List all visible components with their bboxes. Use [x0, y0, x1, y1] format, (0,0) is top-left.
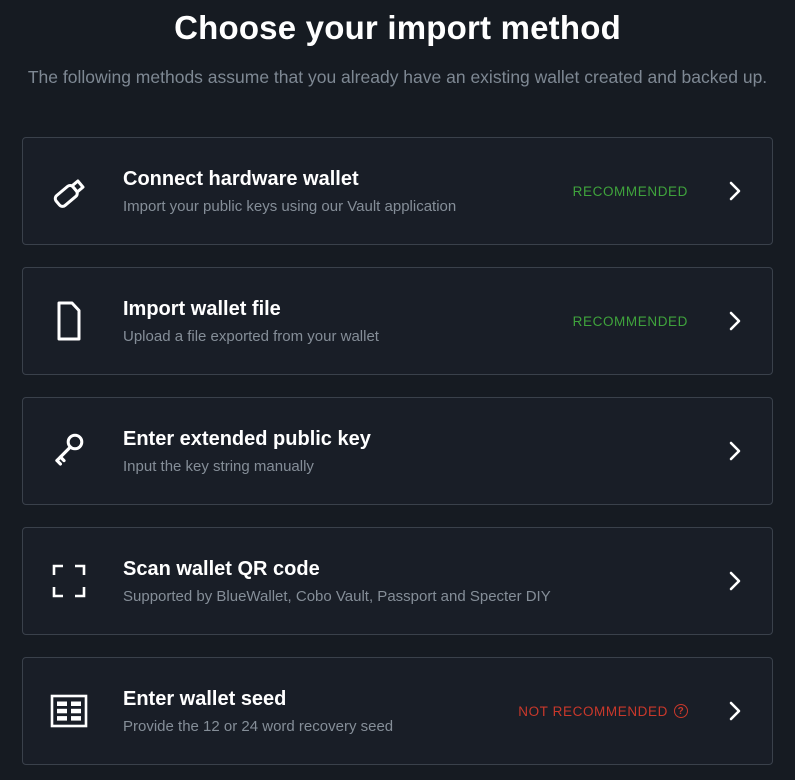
file-icon: [47, 293, 91, 349]
method-badge: NOT RECOMMENDED ?: [518, 704, 688, 719]
method-title: Scan wallet QR code: [123, 557, 320, 580]
method-description: Provide the 12 or 24 word recovery seed: [123, 717, 394, 735]
usb-stick-icon: [47, 163, 91, 219]
page-header: Choose your import method The following …: [0, 0, 795, 88]
method-title: Enter extended public key: [123, 427, 371, 450]
method-description: Input the key string manually: [123, 457, 314, 475]
method-title: Enter wallet seed: [123, 687, 287, 710]
import-method-card-scan-wallet-qr-code[interactable]: Scan wallet QR code Supported by BlueWal…: [22, 527, 773, 635]
chevron-right-icon: [726, 180, 744, 202]
chevron-right-icon: [726, 310, 744, 332]
import-method-card-import-wallet-file[interactable]: Import wallet file Upload a file exporte…: [22, 267, 773, 375]
method-badge: RECOMMENDED: [572, 313, 688, 329]
method-description: Supported by BlueWallet, Cobo Vault, Pas…: [123, 587, 551, 605]
key-icon: [47, 423, 91, 479]
method-description: Import your public keys using our Vault …: [123, 197, 457, 215]
seed-table-icon: [47, 683, 91, 739]
import-method-list: Connect hardware wallet Import your publ…: [22, 137, 773, 765]
import-method-card-connect-hardware-wallet[interactable]: Connect hardware wallet Import your publ…: [22, 137, 773, 245]
chevron-right-icon: [726, 570, 744, 592]
chevron-right-icon: [726, 440, 744, 462]
import-method-card-enter-extended-public-key[interactable]: Enter extended public key Input the key …: [22, 397, 773, 505]
page-subtitle: The following methods assume that you al…: [27, 67, 768, 87]
page-title: Choose your import method: [174, 9, 621, 46]
method-badge: RECOMMENDED: [572, 183, 688, 199]
method-title: Import wallet file: [123, 297, 281, 320]
import-method-card-enter-wallet-seed[interactable]: Enter wallet seed Provide the 12 or 24 w…: [22, 657, 773, 765]
method-description: Upload a file exported from your wallet: [123, 327, 379, 345]
chevron-right-icon: [726, 700, 744, 722]
help-question-icon[interactable]: ?: [674, 704, 688, 718]
method-title: Connect hardware wallet: [123, 167, 359, 190]
qr-scan-icon: [47, 553, 91, 609]
